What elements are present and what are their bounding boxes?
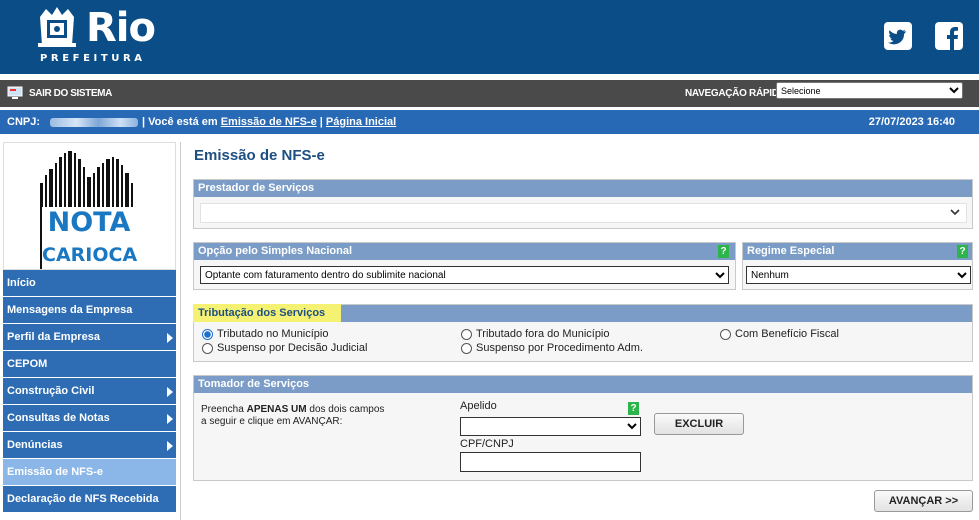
prestador-select[interactable] [200,203,967,223]
breadcrumb-separator: | [319,116,323,128]
breadcrumb-current[interactable]: Emissão de NFS-e [221,116,317,128]
instruction-text-2: dos dois campos [306,404,385,415]
sidebar-item-cepom[interactable]: CEPOM [3,351,176,378]
sidebar-item-denuncias[interactable]: Denúncias [3,432,176,459]
radio-checked-icon [202,328,213,340]
brand-title[interactable]: Rio [86,6,156,50]
sidebar-item-consultas[interactable]: Consultas de Notas [3,405,176,432]
instruction-emphasis: APENAS UM [246,404,307,415]
regime-heading: Regime Especial ? [743,243,972,260]
crest-icon[interactable] [36,5,78,49]
sidebar-item-declaracao[interactable]: Declaração de NFS Recebida [3,486,176,513]
radio-label: Suspenso por Procedimento Adm. [476,342,643,354]
tomador-instruction: Preencha APENAS UM dos dois campos a seg… [201,404,384,428]
datetime: 27/07/2023 16:40 [868,116,955,128]
system-toolbar: SAIR DO SISTEMA NAVEGAÇÃO RÁPIDA Selecio… [0,80,979,107]
sidebar-item-inicio[interactable]: Início [3,270,176,297]
tributacao-heading: Tributação dos Serviços [193,304,341,322]
exit-system-link[interactable]: SAIR DO SISTEMA [7,86,112,100]
cpf-cnpj-label: CPF/CNPJ [460,438,514,450]
radio-unchecked-icon [461,328,472,340]
excluir-button[interactable]: EXCLUIR [654,413,744,435]
logo-line2: CARIOCA [42,244,138,266]
radio-beneficio-fiscal[interactable]: Com Benefício Fiscal [720,328,839,340]
monitor-icon [7,86,23,99]
cpf-cnpj-input[interactable] [460,452,641,472]
regime-heading-label: Regime Especial [747,245,835,257]
logo-line1: NOTA [47,207,131,238]
sidebar-item-emissao[interactable]: Emissão de NFS-e [3,459,176,486]
sidebar-item-label: Início [7,277,36,289]
prestador-panel: Prestador de Serviços [193,179,973,229]
instruction-text-1: Preencha [201,404,247,415]
simples-heading-label: Opção pelo Simples Nacional [198,245,353,257]
site-header: Rio PREFEITURA [0,0,979,74]
simples-panel: Opção pelo Simples Nacional ? Optante co… [193,242,736,290]
help-icon[interactable]: ? [718,245,729,258]
twitter-icon[interactable] [884,22,912,50]
sidebar-divider [180,142,181,520]
chevron-right-icon [167,387,173,397]
regime-select[interactable]: Nenhum [746,266,971,284]
sidebar-item-label: Perfil da Empresa [7,331,100,343]
tomador-heading: Tomador de Serviços [194,376,972,393]
sidebar-item-label: CEPOM [7,358,48,370]
radio-suspenso-adm[interactable]: Suspenso por Procedimento Adm. [461,342,643,354]
radio-suspenso-judicial[interactable]: Suspenso por Decisão Judicial [202,342,367,354]
quick-nav-select[interactable]: Selecione [776,82,963,99]
chevron-right-icon [167,414,173,424]
help-icon[interactable]: ? [957,245,968,258]
sidebar-item-label: Construção Civil [7,385,95,397]
radio-label: Com Benefício Fiscal [735,328,839,340]
sidebar: NOTA CARIOCA Início Mensagens da Empresa… [3,142,176,520]
radio-unchecked-icon [461,342,472,354]
sidebar-item-label: Mensagens da Empresa [7,304,133,316]
sidebar-item-label: Denúncias [7,439,63,451]
radio-label: Tributado no Município [217,328,329,340]
chevron-right-icon [167,333,173,343]
exit-system-label: SAIR DO SISTEMA [29,87,112,99]
sidebar-item-label: Emissão de NFS-e [7,466,103,478]
radio-unchecked-icon [720,328,731,340]
radio-tributado-municipio[interactable]: Tributado no Município [202,328,329,340]
regime-panel: Regime Especial ? Nenhum [742,242,973,290]
sidebar-item-label: Consultas de Notas [7,412,110,424]
radio-label: Suspenso por Decisão Judicial [217,342,368,354]
radio-unchecked-icon [202,342,213,354]
help-icon[interactable]: ? [628,402,639,415]
nota-carioca-logo[interactable]: NOTA CARIOCA [3,142,176,270]
radio-label: Tributado fora do Município [476,328,610,340]
avancar-button[interactable]: AVANÇAR >> [874,490,973,512]
simples-heading: Opção pelo Simples Nacional ? [194,243,735,260]
sidebar-item-mensagens[interactable]: Mensagens da Empresa [3,297,176,324]
cnpj-value-masked [50,117,139,127]
brand-subtitle: PREFEITURA [40,53,146,64]
sidebar-item-construcao[interactable]: Construção Civil [3,378,176,405]
page-title: Emissão de NFS-e [194,147,325,164]
facebook-icon[interactable] [935,22,963,50]
instruction-text-3: a seguir e clique em AVANÇAR: [201,416,343,427]
prestador-heading: Prestador de Serviços [194,180,972,197]
location-prefix: | Você está em [142,116,218,128]
cnpj-label: CNPJ: [7,116,41,128]
chevron-right-icon [167,441,173,451]
apelido-select[interactable] [460,417,641,436]
radio-tributado-fora[interactable]: Tributado fora do Município [461,328,610,340]
sidebar-menu: Início Mensagens da Empresa Perfil da Em… [3,270,176,513]
apelido-label: Apelido [460,400,497,412]
chevron-down-icon [950,209,960,216]
sidebar-item-perfil[interactable]: Perfil da Empresa [3,324,176,351]
sidebar-item-label: Declaração de NFS Recebida [7,493,159,505]
breadcrumb-home[interactable]: Página Inicial [326,116,396,128]
quick-nav-label: NAVEGAÇÃO RÁPIDA [685,88,786,99]
info-bar: CNPJ: | Você está em Emissão de NFS-e | … [0,110,979,134]
simples-select[interactable]: Optante com faturamento dentro do sublim… [200,266,729,284]
